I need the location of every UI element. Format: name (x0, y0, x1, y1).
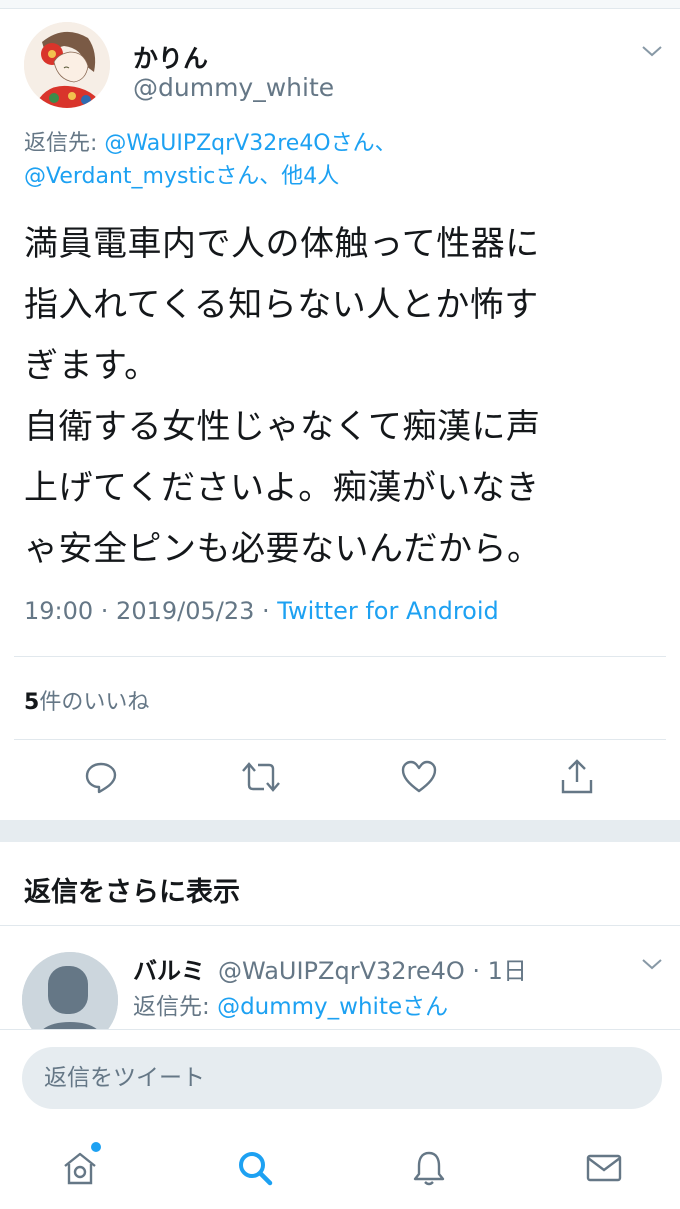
tweet-meta: 19:00 · 2019/05/23 · Twitter for Android (24, 597, 499, 625)
reply-to-line: 返信先: @dummy_whiteさん (133, 987, 448, 1021)
person-icon (22, 952, 118, 1029)
search-icon[interactable] (227, 1140, 283, 1196)
like-icon[interactable] (394, 752, 444, 802)
unread-dot (91, 1142, 101, 1152)
tweet-actions (0, 752, 680, 812)
divider (14, 739, 666, 740)
retweet-icon[interactable] (236, 752, 286, 802)
notifications-icon[interactable] (401, 1140, 457, 1196)
reply-to-others[interactable]: さん、他4人 (215, 164, 339, 189)
reply-input[interactable]: 返信をツイート (22, 1047, 662, 1109)
author-name[interactable]: かりん (133, 39, 208, 75)
avatar[interactable] (24, 22, 110, 108)
avatar-illustration (24, 22, 110, 108)
reply-author-name[interactable]: バルミ (133, 951, 205, 986)
reply-to-suffix: さん (402, 994, 449, 1020)
reply-to-user-2[interactable]: @Verdant_mystic (24, 164, 215, 189)
likes-number: 5 (24, 690, 40, 715)
section-separator (0, 820, 680, 842)
reply-composer: 返信をツイート (0, 1029, 680, 1130)
tweet-text: 満員電車内で人の体触って性器に 指入れてくる知らない人とか怖す ぎます。 自衛す… (24, 224, 542, 569)
top-separator (0, 0, 680, 9)
reply-to-user-1[interactable]: @WaUIPZqrV32re4O (104, 131, 330, 156)
reply-tweet[interactable]: バルミ @WaUIPZqrV32re4O · 1日 返信先: @dummy_wh… (0, 925, 680, 1029)
divider (14, 656, 666, 657)
reply-to-prefix: 返信先: (133, 994, 218, 1020)
reply-to-line: 返信先: @WaUIPZqrV32re4Oさん、 @Verdant_mystic… (24, 127, 654, 193)
reply-icon[interactable] (76, 752, 126, 802)
chevron-down-icon[interactable] (640, 954, 664, 974)
likes-label: 件のいいね (39, 690, 150, 715)
chevron-down-icon[interactable] (640, 41, 664, 61)
author-handle[interactable]: @dummy_white (133, 73, 334, 102)
tweet-timestamp: 19:00 · 2019/05/23 · (24, 597, 278, 625)
home-icon[interactable] (52, 1140, 108, 1196)
reply-author-handle[interactable]: @WaUIPZqrV32re4O · 1日 (218, 951, 527, 986)
tweet-source[interactable]: Twitter for Android (277, 597, 498, 625)
default-avatar[interactable] (22, 952, 118, 1029)
reply-to-separator-1: さん、 (330, 131, 397, 156)
bottom-tab-bar (0, 1130, 680, 1209)
more-replies-title: 返信をさらに表示 (24, 877, 240, 908)
messages-icon[interactable] (576, 1140, 632, 1196)
reply-to-user[interactable]: @dummy_white (217, 994, 402, 1020)
reply-to-prefix: 返信先: (24, 131, 105, 156)
likes-count[interactable]: 5件のいいね (24, 684, 149, 716)
share-icon[interactable] (552, 752, 602, 802)
